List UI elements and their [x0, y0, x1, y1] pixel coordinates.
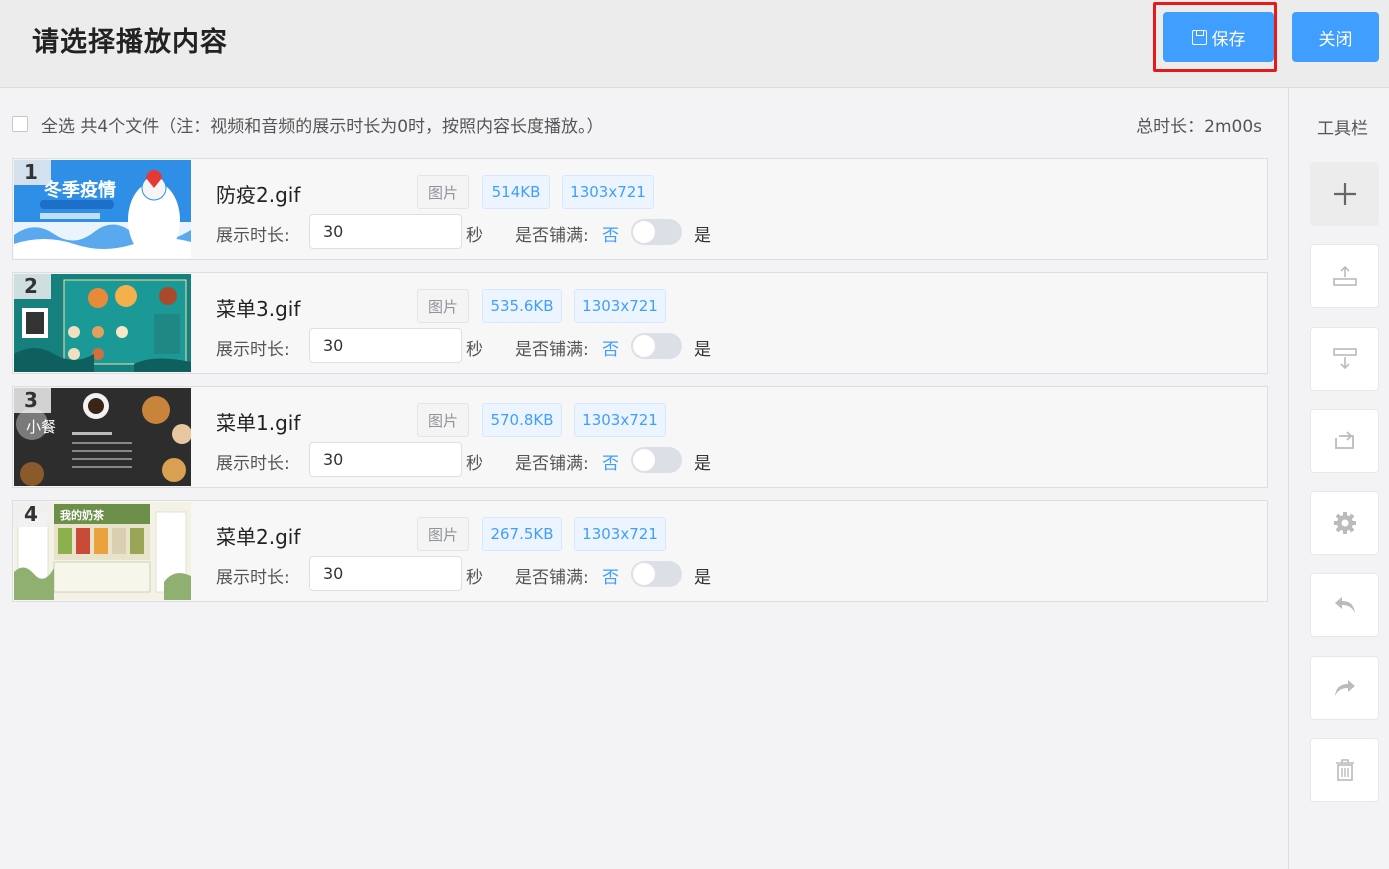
list-item[interactable]: 冬季疫情 1 防疫2.gif 图片 514KB 1303x721 展示时长: 3…: [12, 158, 1268, 260]
loop-button[interactable]: [1310, 409, 1379, 473]
svg-text:我的奶茶: 我的奶茶: [60, 508, 105, 522]
file-name: 防疫2.gif: [216, 183, 301, 207]
list-item[interactable]: 2 菜单3.gif 图片 535.6KB 1303x721 展示时长: 30 秒…: [12, 272, 1268, 374]
select-all-checkbox[interactable]: [12, 116, 28, 132]
file-name: 菜单2.gif: [216, 525, 301, 549]
size-tag: 267.5KB: [482, 517, 562, 551]
duration-label: 展示时长:: [216, 454, 290, 474]
header: 请选择播放内容 保存 关闭: [0, 0, 1389, 88]
fill-toggle[interactable]: [631, 561, 682, 587]
resolution-tag: 1303x721: [574, 403, 666, 437]
trash-icon: [1335, 759, 1354, 781]
fill-no-label: 否: [602, 226, 619, 246]
fill-no-label: 否: [602, 454, 619, 474]
loop-icon: [1334, 431, 1354, 449]
list-item[interactable]: 我的奶茶 4 菜单2.gif 图片 267.5KB 1303x721 展示时长:…: [12, 500, 1268, 602]
fill-toggle[interactable]: [631, 333, 682, 359]
settings-button[interactable]: [1310, 491, 1379, 555]
move-down-button[interactable]: [1310, 327, 1379, 391]
item-index: 4: [13, 501, 51, 527]
duration-input[interactable]: 30: [309, 442, 462, 477]
seconds-unit: 秒: [466, 454, 483, 474]
select-all-label: 全选 共4个文件（注：视频和音频的展示时长为0时，按照内容长度播放。）: [41, 116, 604, 137]
fill-label: 是否铺满:: [515, 340, 589, 360]
seconds-unit: 秒: [466, 340, 483, 360]
close-button[interactable]: 关闭: [1292, 12, 1379, 62]
item-index: 2: [13, 273, 51, 299]
fill-yes-label: 是: [694, 568, 711, 588]
file-name: 菜单3.gif: [216, 297, 301, 321]
duration-input[interactable]: 30: [309, 556, 462, 591]
redo-button[interactable]: [1310, 656, 1379, 720]
resolution-tag: 1303x721: [562, 175, 654, 209]
fill-label: 是否铺满:: [515, 568, 589, 588]
move-up-button[interactable]: [1310, 244, 1379, 308]
type-tag: 图片: [417, 175, 469, 209]
seconds-unit: 秒: [466, 568, 483, 588]
add-icon: [1333, 183, 1356, 205]
item-index: 1: [13, 159, 51, 185]
toolbar-title: 工具栏: [1317, 119, 1368, 139]
seconds-unit: 秒: [466, 226, 483, 246]
list-item[interactable]: 小餐 3 菜单1.gif 图片 570.8KB 1303x721 展示时长: 3…: [12, 386, 1268, 488]
page-title: 请选择播放内容: [32, 27, 228, 58]
fill-toggle[interactable]: [631, 219, 682, 245]
file-name: 菜单1.gif: [216, 411, 301, 435]
duration-label: 展示时长:: [216, 568, 290, 588]
size-tag: 570.8KB: [482, 403, 562, 437]
duration-label: 展示时长:: [216, 340, 290, 360]
add-button[interactable]: [1310, 162, 1379, 226]
redo-icon: [1334, 680, 1355, 696]
undo-button[interactable]: [1310, 573, 1379, 637]
item-index: 3: [13, 387, 51, 413]
delete-button[interactable]: [1310, 738, 1379, 802]
duration-label: 展示时长:: [216, 226, 290, 246]
svg-text:小餐: 小餐: [26, 418, 56, 436]
size-tag: 514KB: [482, 175, 550, 209]
fill-label: 是否铺满:: [515, 454, 589, 474]
fill-yes-label: 是: [694, 340, 711, 360]
fill-label: 是否铺满:: [515, 226, 589, 246]
type-tag: 图片: [417, 517, 469, 551]
close-button-label: 关闭: [1318, 29, 1353, 50]
fill-yes-label: 是: [694, 454, 711, 474]
duration-input[interactable]: 30: [309, 214, 462, 249]
fill-yes-label: 是: [694, 226, 711, 246]
move-up-icon: [1332, 265, 1357, 286]
select-all-bar: 全选 共4个文件（注：视频和音频的展示时长为0时，按照内容长度播放。）: [12, 112, 604, 137]
gear-icon: [1333, 512, 1356, 534]
resolution-tag: 1303x721: [574, 289, 666, 323]
toolbar: 工具栏: [1288, 88, 1389, 869]
duration-input[interactable]: 30: [309, 328, 462, 363]
save-icon: [1191, 29, 1207, 45]
fill-no-label: 否: [602, 340, 619, 360]
save-button[interactable]: 保存: [1163, 12, 1274, 62]
type-tag: 图片: [417, 403, 469, 437]
resolution-tag: 1303x721: [574, 517, 666, 551]
size-tag: 535.6KB: [482, 289, 562, 323]
file-list: 冬季疫情 1 防疫2.gif 图片 514KB 1303x721 展示时长: 3…: [12, 158, 1268, 614]
undo-icon: [1334, 597, 1355, 613]
svg-text:冬季疫情: 冬季疫情: [44, 179, 116, 201]
fill-toggle[interactable]: [631, 447, 682, 473]
save-button-label: 保存: [1211, 29, 1246, 50]
type-tag: 图片: [417, 289, 469, 323]
fill-no-label: 否: [602, 568, 619, 588]
move-down-icon: [1332, 348, 1357, 370]
total-duration: 总时长：2m00s: [1136, 117, 1262, 137]
